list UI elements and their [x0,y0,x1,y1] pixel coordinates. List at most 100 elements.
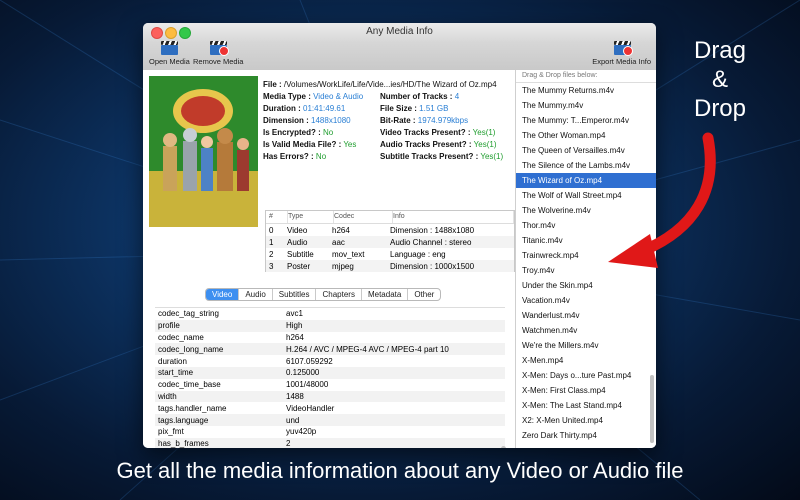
property-row[interactable]: codec_name h264 [155,332,505,344]
property-row[interactable]: has_b_frames 2 [155,437,505,448]
open-media-label: Open Media [149,57,190,66]
tab-video[interactable]: Video [206,289,240,300]
encrypted-value: No [323,128,334,137]
col-header-type[interactable]: Type [288,211,334,223]
property-row[interactable]: codec_long_name H.264 / AVC / MPEG-4 AVC … [155,343,505,356]
drag-text: Drag [693,37,747,64]
list-item[interactable]: X-Men: First Class.mp4 [516,383,656,398]
property-row[interactable]: start_time 0.125000 [155,366,505,379]
track-type: Subtitle [287,249,314,259]
tab-subtitles[interactable]: Subtitles [273,289,317,300]
list-item[interactable]: X-Men: The Last Stand.mp4 [516,398,656,413]
movie-poster [149,76,258,227]
remove-media-icon [209,40,230,56]
table-row[interactable]: 1 Audio aac Audio Channel : stereo [266,236,514,248]
property-value: H.264 / AVC / MPEG-4 AVC / MPEG-4 part 1… [286,344,449,354]
file-list-scrollbar[interactable] [650,375,654,443]
track-codec: aac [332,237,345,247]
table-row[interactable]: 2 Subtitle mov_text Language : eng [266,248,514,260]
tagline: Get all the media information about any … [116,458,684,483]
property-row[interactable]: tags.language und [155,414,505,426]
property-row[interactable]: profile High [155,319,505,332]
list-item[interactable]: The Mummy.m4v [516,98,656,113]
drop-text: Drop [693,95,747,122]
track-info: Language : eng [390,249,446,259]
main-content: File : /Volumes/WorkLife/Life/Vide...ies… [143,70,656,448]
list-item[interactable]: Vacation.m4v [516,293,656,308]
property-key: start_time [158,368,194,378]
tab-metadata[interactable]: Metadata [362,289,409,300]
file-size-label: File Size : [380,104,417,113]
list-item[interactable]: The Mummy Returns.m4v [516,83,656,98]
file-list-header: Drag & Drop files below: [516,70,656,83]
open-media-button[interactable]: Open Media [149,40,190,66]
list-item[interactable]: We're the Millers.m4v [516,338,656,353]
properties-table[interactable]: codec_tag_string avc1 profile High codec_nam… [155,307,505,448]
track-codec: mjpeg [332,261,354,271]
list-item[interactable]: Wanderlust.m4v [516,308,656,323]
list-item[interactable]: Under the Skin.mp4 [516,278,656,293]
tracks-table: # Type Codec Info 0 Video h264 Dimension : … [265,210,515,272]
property-row[interactable]: codec_time_base 1001/48000 [155,379,505,391]
tab-chapters[interactable]: Chapters [316,289,362,300]
list-item[interactable]: Zero Dark Thirty.mp4 [516,428,656,443]
valid-value: Yes [343,140,357,149]
property-value: VideoHandler [286,403,335,413]
ampersand-text: & [711,66,728,93]
col-header-info[interactable]: Info [393,211,514,223]
track-index: 3 [269,261,274,271]
list-item[interactable]: The Mummy: T...Emperor.m4v [516,113,656,128]
property-key: width [158,391,177,401]
video-present-value: Yes(1) [472,128,496,137]
property-row[interactable]: duration 6107.059292 [155,355,505,367]
media-type-label: Media Type : [263,92,311,101]
property-row[interactable]: tags.handler_name VideoHandler [155,402,505,414]
subtitle-present-label: Subtitle Tracks Present? : [380,152,479,161]
list-item[interactable]: X2: X-Men United.mp4 [516,413,656,428]
file-value: /Volumes/WorkLife/Life/Vide...ies/HD/The… [283,80,497,89]
open-media-icon [160,40,179,56]
property-value: h264 [286,332,304,342]
property-key: codec_long_name [158,344,224,354]
track-type: Video [287,225,308,235]
encrypted-label: Is Encrypted? : [263,128,321,137]
property-value: 1488 [286,391,304,401]
drag-drop-caption: Drag & Drop [680,36,760,123]
export-media-icon [613,40,633,56]
track-index: 2 [269,249,274,259]
list-item[interactable]: X-Men: Days o...ture Past.mp4 [516,368,656,383]
property-row[interactable]: codec_tag_string avc1 [155,308,505,320]
property-key: tags.handler_name [158,403,227,413]
col-header-codec[interactable]: Codec [334,211,393,223]
tracks-count-label: Number of Tracks : [380,92,453,101]
list-item[interactable]: X-Men.mp4 [516,353,656,368]
details-tabs: Video Audio Subtitles Chapters Metadata … [205,288,442,301]
toolbar: Open Media Remove Media Export Media Inf… [143,40,656,71]
track-info: Audio Channel : stereo [390,237,472,247]
property-key: has_b_frames [158,439,209,448]
property-value: 6107.059292 [286,356,333,366]
col-header-index[interactable]: # [266,211,288,223]
property-value: yuv420p [286,427,317,437]
properties-scrollbar[interactable] [501,446,506,448]
bitrate-value: 1974.979kbps [417,116,469,125]
tab-other[interactable]: Other [408,289,440,300]
table-row[interactable]: 0 Video h264 Dimension : 1488x1080 [266,224,514,236]
dimension-label: Dimension : [263,116,309,125]
remove-media-button[interactable]: Remove Media [193,40,243,66]
tab-audio[interactable]: Audio [239,289,273,300]
export-media-label: Export Media Info [592,57,651,66]
track-type: Poster [287,261,311,271]
track-codec: h264 [332,225,350,235]
track-index: 0 [269,225,274,235]
bitrate-label: Bit-Rate : [380,116,416,125]
file-size-value: 1.51 GB [419,104,449,113]
property-value: 1001/48000 [286,380,329,390]
property-row[interactable]: pix_fmt yuv420p [155,426,505,438]
window-title: Any Media Info [366,26,433,37]
table-row[interactable]: 3 Poster mjpeg Dimension : 1000x1500 [266,260,514,272]
property-row[interactable]: width 1488 [155,390,505,403]
export-media-info-button[interactable]: Export Media Info [592,40,651,66]
property-key: codec_name [158,332,204,342]
list-item[interactable]: Watchmen.m4v [516,323,656,338]
